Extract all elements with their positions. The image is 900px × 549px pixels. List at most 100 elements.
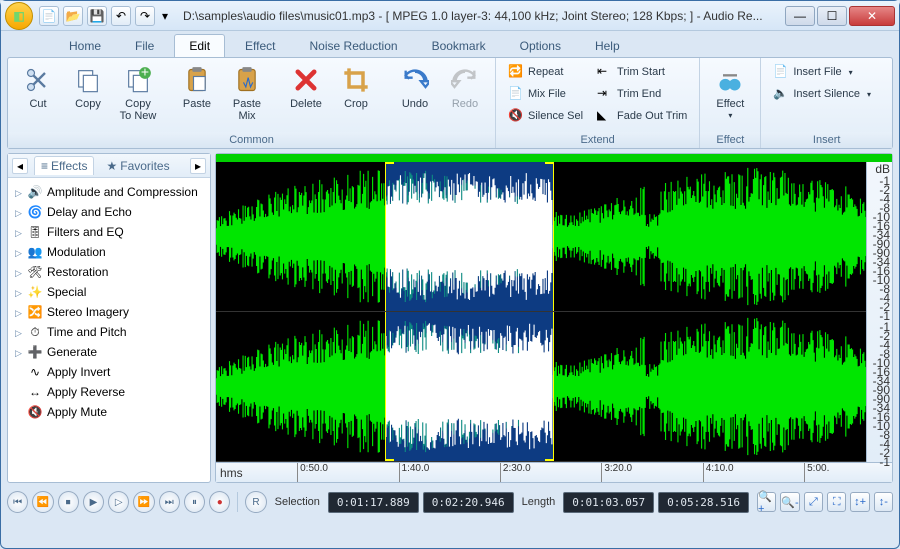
fade-out-trim-button[interactable]: ◣Fade Out Trim [591,106,693,126]
panel-nav-next[interactable]: ▸ [190,158,206,174]
zoom-in-v-button[interactable]: ↕+ [850,492,869,512]
group-insert-label: Insert [761,132,892,148]
fade-out-icon: ◣ [597,108,613,124]
effects-panel: ◂ ≡Effects ★Favorites ▸ ▷🔊Amplitude and … [7,153,211,483]
zoom-in-button[interactable]: 🔍+ [757,492,776,512]
panel-nav-back[interactable]: ◂ [12,158,28,174]
tree-item[interactable]: ↔Apply Reverse [12,382,206,402]
ruler-tick: 1:40.0 [399,463,430,482]
minimize-button[interactable]: — [785,6,815,26]
tree-item[interactable]: ▷➕Generate [12,342,206,362]
tab-noise-reduction[interactable]: Noise Reduction [296,35,412,57]
record-button[interactable]: ● [209,491,230,513]
zoom-selection-button[interactable]: ⛶ [827,492,846,512]
selection-from: 0:01:17.889 [328,492,419,513]
insert-silence-button[interactable]: 🔈Insert Silence▾ [767,84,877,104]
qat-redo-icon[interactable]: ↷ [135,6,155,26]
tree-item[interactable]: ▷⏱Time and Pitch [12,322,206,342]
effect-button[interactable]: Effect▾ [706,62,754,124]
paste-mix-button[interactable]: Paste Mix [223,62,271,124]
tree-item[interactable]: ▷🌀Delay and Echo [12,202,206,222]
effect-cat-icon: 🌀 [27,204,43,220]
copy-new-icon: + [122,64,154,96]
quick-access-toolbar: 📄 📂 💾 ↶ ↷ ▾ [39,6,171,26]
tab-home[interactable]: Home [55,35,115,57]
copy-icon [72,64,104,96]
maximize-button[interactable]: ☐ [817,6,847,26]
tab-help[interactable]: Help [581,35,634,57]
effect-cat-icon: ✨ [27,284,43,300]
close-button[interactable]: ✕ [849,6,895,26]
pause-button[interactable]: ⏸ [184,491,205,513]
stop-button[interactable]: ⏹ [58,491,79,513]
tree-item[interactable]: 🔇Apply Mute [12,402,206,422]
qat-new-icon[interactable]: 📄 [39,6,59,26]
selection-label: Selection [271,496,324,508]
goto-end-button[interactable]: ⏭ [159,491,180,513]
redo-icon [449,64,481,96]
undo-button[interactable]: Undo [391,62,439,112]
waveform-right-channel[interactable] [216,312,892,462]
silence-sel-button[interactable]: 🔇Silence Sel [502,106,589,126]
fast-forward-button[interactable]: ⏩ [133,491,154,513]
effect-cat-icon: ➕ [27,344,43,360]
tree-item[interactable]: ▷🔀Stereo Imagery [12,302,206,322]
ruler-tick: 5:00. [804,463,829,482]
time-ruler[interactable]: hms 0:50.0 1:40.0 2:30.0 3:20.0 4:10.0 5… [216,462,892,482]
tree-item[interactable]: ▷🎚Filters and EQ [12,222,206,242]
qat-open-icon[interactable]: 📂 [63,6,83,26]
play-selection-button[interactable]: ▷ [108,491,129,513]
selection-region[interactable] [385,312,554,461]
effect-cat-icon: 👥 [27,244,43,260]
side-tab-favorites[interactable]: ★Favorites [100,157,175,175]
loop-button[interactable]: R [245,491,266,513]
redo-button[interactable]: Redo [441,62,489,112]
group-extend-label: Extend [496,132,699,148]
crop-button[interactable]: Crop [332,62,380,112]
qat-save-icon[interactable]: 💾 [87,6,107,26]
reverse-icon: ↔ [27,384,43,400]
paste-mix-icon [231,64,263,96]
copy-button[interactable]: Copy [64,62,112,112]
tree-item[interactable]: ∿Apply Invert [12,362,206,382]
copy-to-new-button[interactable]: +Copy To New [114,62,162,124]
cut-button[interactable]: Cut [14,62,62,112]
side-tab-effects[interactable]: ≡Effects [34,156,94,175]
tree-item[interactable]: ▷🔊Amplitude and Compression [12,182,206,202]
tab-file[interactable]: File [121,35,168,57]
zoom-out-button[interactable]: 🔍- [780,492,799,512]
repeat-button[interactable]: 🔁Repeat [502,62,589,82]
play-button[interactable]: ▶ [83,491,104,513]
waveform-left-channel[interactable] [216,162,892,312]
tab-effect[interactable]: Effect [231,35,289,57]
zoom-out-v-button[interactable]: ↕- [874,492,893,512]
tab-options[interactable]: Options [506,35,575,57]
length-total: 0:05:28.516 [658,492,749,513]
tree-item[interactable]: ▷🛠Restoration [12,262,206,282]
qat-dropdown-icon[interactable]: ▾ [159,6,171,26]
waveform-editor[interactable]: hms 0:50.0 1:40.0 2:30.0 3:20.0 4:10.0 5… [215,153,893,483]
tree-item[interactable]: ▷✨Special [12,282,206,302]
qat-undo-icon[interactable]: ↶ [111,6,131,26]
mix-file-button[interactable]: 📄Mix File [502,84,589,104]
tab-edit[interactable]: Edit [174,34,225,57]
selection-region[interactable] [385,162,554,311]
zoom-full-button[interactable]: ⤢ [804,492,823,512]
delete-button[interactable]: Delete [282,62,330,112]
tab-bookmark[interactable]: Bookmark [418,35,500,57]
paste-button[interactable]: Paste [173,62,221,112]
length-label: Length [518,496,560,508]
tree-item[interactable]: ▷👥Modulation [12,242,206,262]
selection-marker-top [216,154,892,162]
scissors-icon [22,64,54,96]
effects-tree[interactable]: ▷🔊Amplitude and Compression ▷🌀Delay and … [8,178,210,482]
mute-icon: 🔇 [27,404,43,420]
title-bar: ◧ 📄 📂 💾 ↶ ↷ ▾ D:\samples\audio files\mus… [1,1,899,31]
trim-start-button[interactable]: ⇤Trim Start [591,62,693,82]
trim-end-button[interactable]: ⇥Trim End [591,84,693,104]
effects-tab-icon: ≡ [41,159,48,173]
insert-silence-icon: 🔈 [773,86,789,102]
goto-start-button[interactable]: ⏮ [7,491,28,513]
insert-file-button[interactable]: 📄Insert File▾ [767,62,877,82]
rewind-button[interactable]: ⏪ [32,491,53,513]
